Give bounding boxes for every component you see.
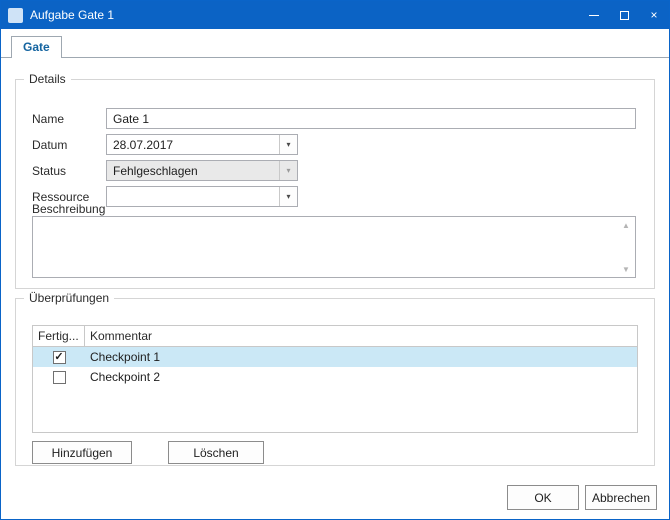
checkpoint-checkbox[interactable]: ✓ bbox=[53, 351, 66, 364]
tab-strip: Gate bbox=[1, 29, 669, 58]
maximize-button[interactable] bbox=[609, 1, 639, 29]
cancel-button[interactable]: Abbrechen bbox=[585, 485, 657, 510]
status-value: Fehlgeschlagen bbox=[107, 161, 279, 180]
datum-label: Datum bbox=[32, 138, 67, 152]
datum-value: 28.07.2017 bbox=[107, 135, 279, 154]
window-title: Aufgabe Gate 1 bbox=[30, 8, 114, 22]
details-legend: Details bbox=[24, 72, 71, 86]
checkpoint-comment: Checkpoint 1 bbox=[85, 350, 637, 364]
close-button[interactable]: × bbox=[639, 1, 669, 29]
delete-button[interactable]: Löschen bbox=[168, 441, 264, 464]
chevron-down-icon[interactable]: ▾ bbox=[279, 135, 297, 154]
ok-button[interactable]: OK bbox=[507, 485, 579, 510]
tab-gate[interactable]: Gate bbox=[11, 36, 62, 58]
column-header-fertig[interactable]: Fertig... bbox=[33, 326, 85, 346]
datum-combobox[interactable]: 28.07.2017 ▾ bbox=[106, 134, 298, 155]
window-controls: × bbox=[579, 1, 669, 29]
scroll-up-icon[interactable]: ▲ bbox=[619, 219, 633, 231]
titlebar: Aufgabe Gate 1 × bbox=[1, 1, 669, 29]
table-row[interactable]: ✓ Checkpoint 1 bbox=[33, 347, 637, 367]
scroll-down-icon[interactable]: ▼ bbox=[619, 263, 633, 275]
name-label: Name bbox=[32, 112, 64, 126]
checks-legend: Überprüfungen bbox=[24, 291, 114, 305]
status-label: Status bbox=[32, 164, 66, 178]
add-button[interactable]: Hinzufügen bbox=[32, 441, 132, 464]
chevron-down-icon[interactable]: ▾ bbox=[279, 187, 297, 206]
ressource-value bbox=[107, 187, 279, 206]
name-input[interactable] bbox=[106, 108, 636, 129]
task-dialog: Aufgabe Gate 1 × Gate Details Name Datum… bbox=[0, 0, 670, 520]
column-header-kommentar[interactable]: Kommentar bbox=[85, 326, 637, 346]
check-icon: ✓ bbox=[54, 352, 63, 363]
app-icon bbox=[8, 8, 23, 23]
beschreibung-textarea[interactable]: ▲ ▼ bbox=[32, 216, 636, 278]
chevron-down-icon: ▾ bbox=[279, 161, 297, 180]
checks-groupbox: Überprüfungen Fertig... Kommentar ✓ Chec… bbox=[15, 298, 655, 466]
maximize-icon bbox=[620, 11, 629, 20]
checkpoint-checkbox[interactable]: ✓ bbox=[53, 371, 66, 384]
minimize-button[interactable] bbox=[579, 1, 609, 29]
table-header: Fertig... Kommentar bbox=[33, 326, 637, 347]
close-icon: × bbox=[650, 8, 657, 22]
checkpoints-table: Fertig... Kommentar ✓ Checkpoint 1 ✓ Che… bbox=[32, 325, 638, 433]
minimize-icon bbox=[589, 15, 599, 16]
ressource-combobox[interactable]: ▾ bbox=[106, 186, 298, 207]
status-combobox: Fehlgeschlagen ▾ bbox=[106, 160, 298, 181]
details-groupbox: Details Name Datum 28.07.2017 ▾ Status F… bbox=[15, 79, 655, 289]
checkpoint-comment: Checkpoint 2 bbox=[85, 370, 637, 384]
table-row[interactable]: ✓ Checkpoint 2 bbox=[33, 367, 637, 387]
beschreibung-label: Beschreibung bbox=[32, 202, 105, 216]
tab-label: Gate bbox=[23, 40, 50, 54]
